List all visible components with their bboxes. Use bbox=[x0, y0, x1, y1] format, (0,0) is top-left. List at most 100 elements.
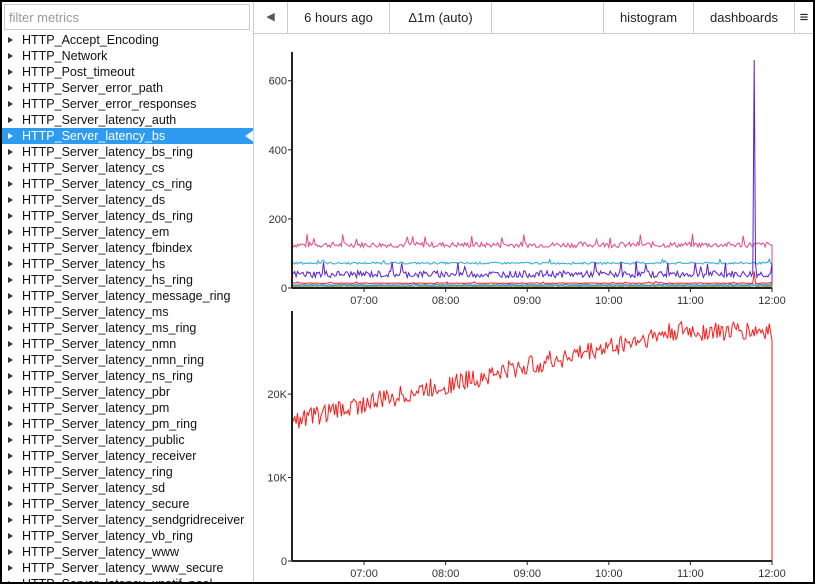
metric-item[interactable]: HTTP_Server_error_responses bbox=[2, 96, 253, 112]
expand-triangle-icon bbox=[8, 452, 13, 459]
expand-triangle-icon bbox=[8, 420, 13, 427]
metric-item[interactable]: HTTP_Server_latency_nmn bbox=[2, 336, 253, 352]
expand-triangle-icon bbox=[8, 36, 13, 43]
expand-triangle-icon bbox=[8, 52, 13, 59]
metric-label: HTTP_Server_latency_pm bbox=[22, 401, 170, 415]
y-tick-label: 200 bbox=[269, 214, 287, 226]
expand-triangle-icon bbox=[8, 548, 13, 555]
metric-item[interactable]: HTTP_Server_latency_secure bbox=[2, 496, 253, 512]
filter-metrics-input[interactable] bbox=[5, 5, 249, 29]
x-tick-label: 07:00 bbox=[350, 295, 378, 307]
expand-triangle-icon bbox=[8, 260, 13, 267]
triangle-left-icon: ◀ bbox=[266, 11, 275, 23]
metric-label: HTTP_Server_latency_bs_ring bbox=[22, 145, 193, 159]
metric-item[interactable]: HTTP_Server_latency_em bbox=[2, 224, 253, 240]
metric-label: HTTP_Server_latency_pbr bbox=[22, 385, 170, 399]
metric-label: HTTP_Server_latency_nmn bbox=[22, 337, 177, 351]
metric-label: HTTP_Server_latency_ms_ring bbox=[22, 321, 197, 335]
expand-triangle-icon bbox=[8, 148, 13, 155]
filter-box bbox=[4, 4, 250, 30]
x-tick-label: 11:00 bbox=[677, 568, 704, 580]
hamburger-icon: ≡ bbox=[799, 9, 809, 26]
metric-label: HTTP_Server_latency_receiver bbox=[22, 449, 197, 463]
metric-label: HTTP_Network bbox=[22, 49, 108, 63]
metric-label: HTTP_Server_latency_sd bbox=[22, 481, 166, 495]
toolbar: ◀ 6 hours ago Δ1m (auto) histogram dashb… bbox=[254, 2, 813, 34]
x-tick-label: 09:00 bbox=[513, 295, 541, 307]
metric-item[interactable]: HTTP_Server_latency_bs_ring bbox=[2, 144, 253, 160]
histogram-button[interactable]: histogram bbox=[604, 2, 694, 33]
metric-item[interactable]: HTTP_Server_latency_pm bbox=[2, 400, 253, 416]
metric-item[interactable]: HTTP_Server_latency_ns_ring bbox=[2, 368, 253, 384]
metric-label: HTTP_Server_latency_ns_ring bbox=[22, 369, 193, 383]
expand-triangle-icon bbox=[8, 196, 13, 203]
x-tick-label: 10:00 bbox=[595, 568, 623, 580]
metric-item[interactable]: HTTP_Server_latency_hs_ring bbox=[2, 272, 253, 288]
menu-button[interactable]: ≡ bbox=[795, 2, 813, 33]
metric-item[interactable]: HTTP_Server_latency_sendgridreceiver bbox=[2, 512, 253, 528]
metric-label: HTTP_Server_latency_ms bbox=[22, 305, 169, 319]
metric-item[interactable]: HTTP_Server_latency_cs_ring bbox=[2, 176, 253, 192]
metric-item[interactable]: HTTP_Server_latency_ds bbox=[2, 192, 253, 208]
x-tick-label: 08:00 bbox=[432, 568, 460, 580]
time-range-button[interactable]: 6 hours ago bbox=[288, 2, 390, 33]
metric-item[interactable]: HTTP_Server_latency_ms bbox=[2, 304, 253, 320]
metric-item[interactable]: HTTP_Server_latency_public bbox=[2, 432, 253, 448]
metric-list: HTTP_Accept_Encoding HTTP_Network HTTP_Pos… bbox=[2, 32, 253, 582]
dashboards-button[interactable]: dashboards bbox=[694, 2, 795, 33]
metric-item[interactable]: HTTP_Server_latency_www_secure bbox=[2, 560, 253, 576]
metric-item[interactable]: HTTP_Server_latency_receiver bbox=[2, 448, 253, 464]
metric-item[interactable]: HTTP_Network bbox=[2, 48, 253, 64]
metric-item[interactable]: HTTP_Server_latency_cs bbox=[2, 160, 253, 176]
metric-item[interactable]: HTTP_Server_latency_sd bbox=[2, 480, 253, 496]
y-tick-label: 0 bbox=[281, 556, 287, 568]
metric-label: HTTP_Accept_Encoding bbox=[22, 33, 159, 47]
metric-item[interactable]: HTTP_Server_latency_ms_ring bbox=[2, 320, 253, 336]
metric-item[interactable]: HTTP_Server_latency_www bbox=[2, 544, 253, 560]
metric-item[interactable]: HTTP_Server_latency_auth bbox=[2, 112, 253, 128]
metric-item[interactable]: HTTP_Accept_Encoding bbox=[2, 32, 253, 48]
x-tick-label: 12:00 bbox=[758, 568, 786, 580]
metrics-sidebar: HTTP_Accept_Encoding HTTP_Network HTTP_Pos… bbox=[2, 2, 254, 582]
expand-triangle-icon bbox=[8, 500, 13, 507]
app-window: HTTP_Accept_Encoding HTTP_Network HTTP_Pos… bbox=[2, 2, 813, 582]
x-tick-label: 08:00 bbox=[432, 295, 460, 307]
metric-item[interactable]: HTTP_Server_latency_pm_ring bbox=[2, 416, 253, 432]
metric-item[interactable]: HTTP_Server_latency_ds_ring bbox=[2, 208, 253, 224]
expand-triangle-icon bbox=[8, 84, 13, 91]
metric-item[interactable]: HTTP_Server_latency_message_ring bbox=[2, 288, 253, 304]
expand-triangle-icon bbox=[8, 404, 13, 411]
selected-indicator bbox=[245, 130, 253, 142]
metric-label: HTTP_Server_latency_xnotif_pool bbox=[22, 577, 212, 582]
y-tick-label: 400 bbox=[269, 145, 287, 157]
metric-label: HTTP_Server_latency_www bbox=[22, 545, 179, 559]
metric-label: HTTP_Post_timeout bbox=[22, 65, 135, 79]
metric-item[interactable]: HTTP_Server_error_path bbox=[2, 80, 253, 96]
expand-triangle-icon bbox=[8, 340, 13, 347]
expand-triangle-icon bbox=[8, 212, 13, 219]
metric-item[interactable]: HTTP_Server_latency_nmn_ring bbox=[2, 352, 253, 368]
metric-item[interactable]: HTTP_Server_latency_hs bbox=[2, 256, 253, 272]
metric-label: HTTP_Server_latency_hs_ring bbox=[22, 273, 193, 287]
expand-triangle-icon bbox=[8, 388, 13, 395]
count-chart[interactable]: 0 10K 20K 07:00 08:00 09:00 10:00 11:00 12:00 bbox=[254, 309, 813, 582]
toolbar-spacer bbox=[492, 2, 604, 33]
metric-item[interactable]: HTTP_Server_latency_xnotif_pool bbox=[2, 576, 253, 582]
latency-chart[interactable]: 0 200 400 600 07:00 08:00 09:00 10:00 11:00 12:00 bbox=[254, 34, 813, 309]
metric-label: HTTP_Server_latency_ring bbox=[22, 465, 173, 479]
step-button[interactable]: Δ1m (auto) bbox=[390, 2, 492, 33]
metric-label: HTTP_Server_latency_secure bbox=[22, 497, 190, 511]
expand-triangle-icon bbox=[8, 164, 13, 171]
metric-item[interactable]: HTTP_Server_latency_fbindex bbox=[2, 240, 253, 256]
metric-item[interactable]: HTTP_Post_timeout bbox=[2, 64, 253, 80]
x-tick-label: 11:00 bbox=[677, 295, 704, 307]
expand-triangle-icon bbox=[8, 468, 13, 475]
metric-item[interactable]: HTTP_Server_latency_bs bbox=[2, 128, 253, 144]
expand-triangle-icon bbox=[8, 532, 13, 539]
metric-item[interactable]: HTTP_Server_latency_vb_ring bbox=[2, 528, 253, 544]
metric-item[interactable]: HTTP_Server_latency_ring bbox=[2, 464, 253, 480]
metric-item[interactable]: HTTP_Server_latency_pbr bbox=[2, 384, 253, 400]
back-button[interactable]: ◀ bbox=[254, 2, 288, 33]
metric-label: HTTP_Server_latency_ds_ring bbox=[22, 209, 193, 223]
series-red-line bbox=[291, 320, 773, 561]
